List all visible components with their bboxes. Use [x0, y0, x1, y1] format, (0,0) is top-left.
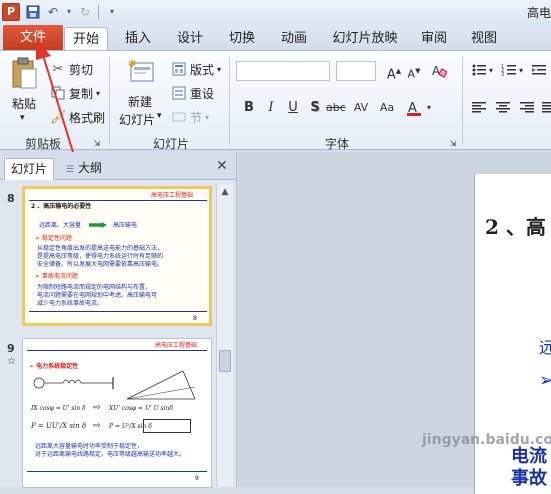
slides-panel: 幻灯片 ☰ 大纲 ✕ 8 高电压工程基础 2 、高压输电的必要性 远距离、大容量… [0, 152, 237, 487]
slide8-line: 是提高电压等级，使得电力系统运行时有足够的 [37, 253, 163, 260]
slide8-arrow-icon [89, 222, 107, 228]
slide9-line: 对于远距离输电线路稳定，电压等级越高输送功率越大。 [35, 451, 185, 458]
watermark: jingyan.baidu.com [422, 432, 551, 448]
slide9-animation-icon[interactable]: ☆ [7, 356, 16, 367]
slide9-page: 9 [195, 475, 199, 482]
slide-editor: 2 、高 远 ➢ 电流 事故 jingyan.baidu.com [238, 152, 551, 487]
slide-number-8: 8 [7, 192, 15, 205]
slide8-rule [29, 200, 207, 201]
tab-outline-label: 大纲 [78, 161, 102, 175]
slide8-line: ➢ 事故电流问题 [35, 273, 78, 280]
slide9-title: ➢ 电力系统稳定性 [29, 363, 78, 370]
slide8-line: 高压输电 [113, 222, 137, 229]
slide8-line: 电流问题需要在电网规划中考虑。高压输电可 [37, 292, 157, 299]
slide9-formula-box [143, 419, 191, 433]
slide9-formula-1: IX cosφ = U' sin δ [31, 405, 86, 412]
slide8-line: 远距离、大容量 [39, 222, 81, 229]
outline-icon: ☰ [66, 165, 74, 175]
slide-text-line: 远 [539, 334, 551, 358]
slide9-line: 远距离大容量输电时功率受制于稳定性， [35, 443, 143, 450]
slide8-line: 从稳定性角度出发的提高送电能力的基础方法， [37, 245, 163, 252]
scrollbar-thumb[interactable] [219, 350, 231, 372]
slide8-line: 安全储备。所以发展大电网需要依靠高压输电。 [37, 261, 163, 268]
slide9-formula-2: XU' cosφ = U' U sinδ [109, 405, 173, 412]
slide8-line: 为限制短路电流而规定的电网结构与布置， [37, 284, 151, 291]
slide8-line: ➢ 稳定性问题 [35, 235, 72, 242]
slide-thumbnail-8[interactable]: 高电压工程基础 2 、高压输电的必要性 远距离、大容量 高压输电 ➢ 稳定性问题… [22, 186, 212, 326]
slide-title: 2 、高 [485, 211, 546, 240]
panel-tabs: 幻灯片 ☰ 大纲 ✕ [0, 152, 236, 180]
tab-outline[interactable]: ☰ 大纲 [62, 158, 106, 180]
slide8-line: 减少电力系统事故电流。 [37, 300, 103, 307]
slide-number-9: 9 [7, 342, 15, 355]
slide9-phasor-diagram [123, 365, 203, 405]
slide-bullet: ➢ [539, 370, 551, 391]
slide9-implies-icon: ⇨ [93, 405, 101, 412]
slide9-rule [27, 350, 207, 351]
slide9-implies-icon: ⇨ [93, 423, 101, 430]
scroll-up-icon[interactable]: ▲ [217, 184, 233, 200]
slide8-page: 8 [193, 315, 197, 322]
slide8-header: 高电压工程基础 [151, 192, 193, 199]
slide-thumbnail-9[interactable]: 高电压工程基础 ➢ 电力系统稳定性 IX cosφ = U' sin δ ⇨ X… [22, 338, 212, 488]
tab-slides[interactable]: 幻灯片 [4, 158, 54, 180]
close-panel-icon[interactable]: ✕ [216, 158, 228, 174]
slide9-circuit-diagram [33, 373, 123, 393]
slide8-rule-bottom [29, 311, 207, 312]
slide9-formula-3: P = UU'/X sin δ [31, 423, 86, 430]
slide9-rule-bottom [27, 471, 207, 472]
slide-text-line: 事故 [511, 464, 547, 490]
panel-scrollbar[interactable]: ▲ [216, 184, 233, 487]
slide9-header: 高电压工程基础 [155, 342, 197, 349]
slide8-title: 2 、高压输电的必要性 [31, 203, 91, 210]
